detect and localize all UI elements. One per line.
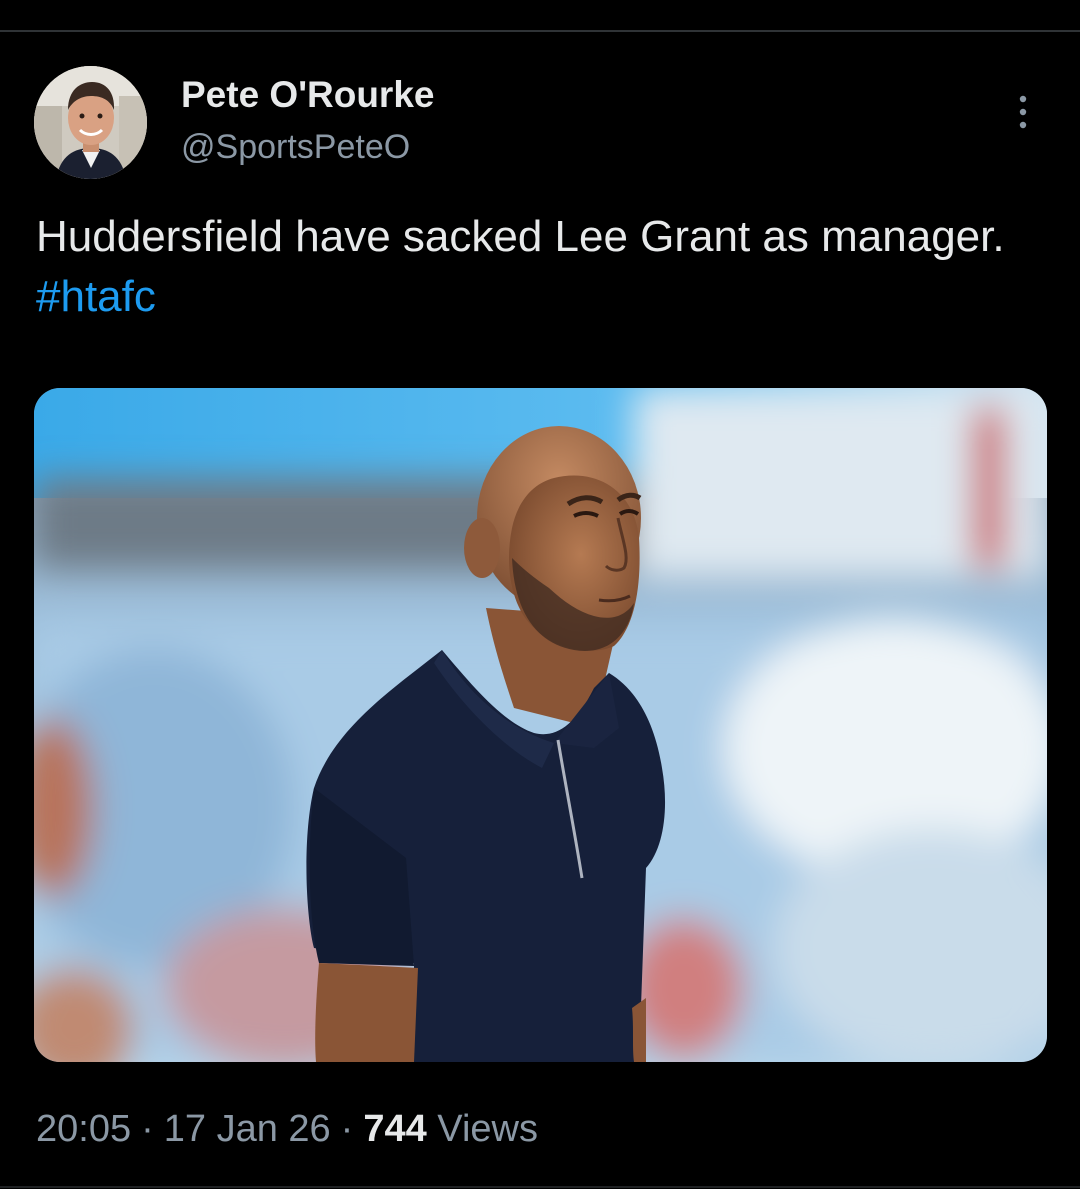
more-options-button[interactable] <box>1000 92 1046 132</box>
tweet-photo-image <box>34 388 1047 1062</box>
top-divider <box>0 30 1080 32</box>
author-handle[interactable]: @SportsPeteO <box>181 127 410 167</box>
author-display-name[interactable]: Pete O'Rourke <box>181 73 435 117</box>
tweet-date[interactable]: 17 Jan 26 <box>164 1108 331 1150</box>
views-count[interactable]: 744 <box>363 1108 426 1150</box>
separator-dot: · <box>141 1108 154 1150</box>
tweet-meta: 20:05 · 17 Jan 26 · 744 Views <box>36 1104 538 1154</box>
separator-dot: · <box>340 1108 354 1150</box>
author-avatar-image <box>34 66 147 179</box>
bottom-divider <box>0 1186 1080 1188</box>
hashtag-link[interactable]: #htafc <box>36 272 156 321</box>
tweet-time[interactable]: 20:05 <box>36 1108 131 1150</box>
author-avatar[interactable] <box>34 66 147 179</box>
tweet-photo[interactable] <box>34 388 1047 1062</box>
tweet-text: Huddersfield have sacked Lee Grant as ma… <box>36 207 1036 327</box>
views-label[interactable]: Views <box>437 1108 538 1150</box>
tweet-body-text: Huddersfield have sacked Lee Grant as ma… <box>36 212 1005 261</box>
more-vertical-icon <box>1019 95 1027 129</box>
